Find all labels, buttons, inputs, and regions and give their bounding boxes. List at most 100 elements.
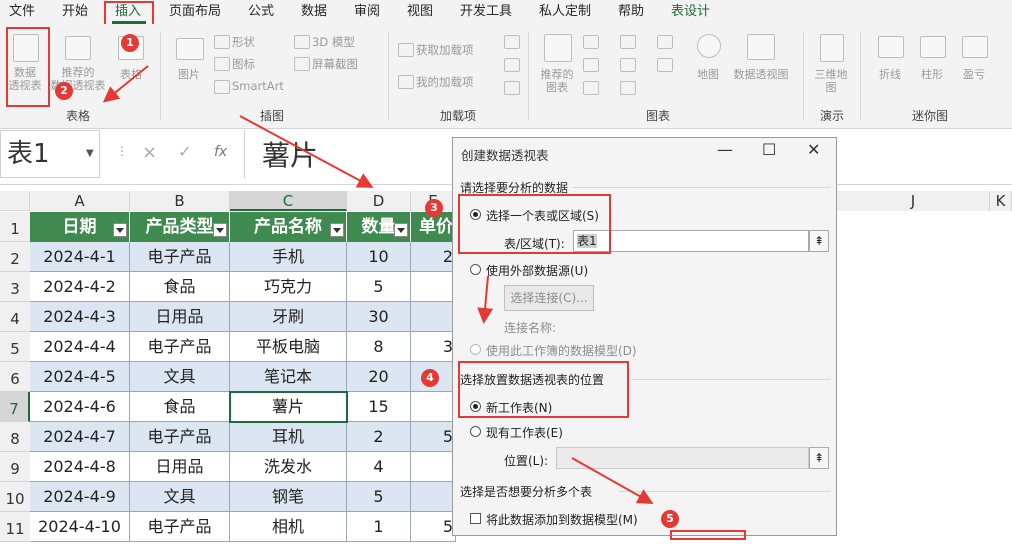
enter-icon[interactable]: ✓ — [178, 142, 191, 161]
radio-data-model-label[interactable]: 使用此工作簿的数据模型(D) — [486, 342, 637, 359]
3d-model-button[interactable]: 3D 模型 — [312, 34, 355, 50]
tab-file[interactable]: 文件 — [9, 0, 35, 24]
table-cell[interactable]: 2024-4-10 — [30, 512, 130, 542]
visio-icon[interactable] — [504, 81, 520, 95]
table-cell[interactable]: 1 — [347, 512, 411, 542]
row-header[interactable]: 7 — [0, 392, 30, 422]
name-box[interactable]: 表1 — [0, 130, 100, 178]
table-cell[interactable]: 2024-4-8 — [30, 452, 130, 482]
table-cell[interactable]: 电子产品 — [130, 332, 230, 362]
combo-chart-icon[interactable] — [657, 58, 673, 72]
name-box-dropdown-icon[interactable]: ▼ — [86, 148, 94, 159]
table-cell[interactable]: 20 — [347, 362, 411, 392]
table-cell[interactable]: 8 — [347, 332, 411, 362]
table-cell[interactable]: 洗发水 — [230, 452, 347, 482]
filter-dropdown-icon[interactable] — [213, 223, 227, 237]
column-header[interactable]: K — [990, 191, 1012, 211]
column-header[interactable]: D — [347, 191, 411, 211]
table-cell[interactable] — [411, 392, 456, 422]
screenshot-button[interactable]: 屏幕截图 — [312, 56, 358, 72]
table-cell[interactable]: 30 — [347, 302, 411, 332]
table-cell[interactable]: 电子产品 — [130, 242, 230, 272]
table-cell[interactable]: 4 — [347, 452, 411, 482]
radio-external-source[interactable] — [470, 264, 481, 275]
table-cell[interactable]: 2024-4-6 — [30, 392, 130, 422]
line-chart-icon[interactable] — [583, 58, 599, 72]
insert-function-icon[interactable]: fx — [214, 144, 227, 160]
table-cell[interactable]: 电子产品 — [130, 512, 230, 542]
table-cell[interactable]: 5 — [347, 482, 411, 512]
column-header[interactable]: A — [30, 191, 130, 211]
location-input[interactable] — [556, 447, 809, 469]
cancel-icon[interactable]: × — [142, 142, 157, 163]
radio-external-source-label[interactable]: 使用外部数据源(U) — [486, 262, 588, 279]
table-cell[interactable]: 2024-4-9 — [30, 482, 130, 512]
scatter-chart-icon[interactable] — [620, 81, 636, 95]
table-cell[interactable]: 食品 — [130, 392, 230, 422]
filter-dropdown-icon[interactable] — [113, 223, 127, 237]
table-cell[interactable] — [411, 272, 456, 302]
table-cell[interactable]: 15 — [347, 392, 411, 422]
row-header[interactable]: 8 — [0, 422, 30, 452]
row-header[interactable]: 10 — [0, 482, 30, 512]
row-header[interactable]: 3 — [0, 272, 30, 302]
my-addins-button[interactable]: 我的加载项 — [416, 74, 474, 90]
bing-icon[interactable] — [504, 58, 520, 72]
choose-connection-button[interactable]: 选择连接(C)... — [504, 285, 594, 311]
tab-page-layout[interactable]: 页面布局 — [169, 0, 221, 24]
row-header[interactable]: 6 — [0, 362, 30, 392]
table-cell[interactable]: 10 — [347, 242, 411, 272]
column-chart-icon[interactable] — [583, 35, 599, 49]
tab-developer[interactable]: 开发工具 — [460, 0, 512, 24]
radio-existing-worksheet[interactable] — [470, 426, 481, 437]
radio-existing-worksheet-label[interactable]: 现有工作表(E) — [486, 424, 563, 441]
shapes-button[interactable]: 形状 — [232, 34, 255, 50]
minimize-icon[interactable]: — — [717, 140, 733, 159]
table-cell[interactable]: 食品 — [130, 272, 230, 302]
table-cell[interactable] — [411, 452, 456, 482]
table-cell[interactable]: 2024-4-2 — [30, 272, 130, 302]
checkbox-add-data-model-label[interactable]: 将此数据添加到数据模型(M) — [486, 511, 638, 528]
table-cell[interactable] — [411, 482, 456, 512]
table-cell[interactable]: 文具 — [130, 482, 230, 512]
tab-help[interactable]: 帮助 — [618, 0, 644, 24]
table-cell[interactable]: 日用品 — [130, 452, 230, 482]
hierarchy-chart-icon[interactable] — [620, 35, 636, 49]
tab-custom[interactable]: 私人定制 — [539, 0, 591, 24]
table-header-cell[interactable]: 数量 — [347, 212, 411, 242]
table-cell[interactable]: 5 — [411, 512, 456, 542]
table-cell[interactable]: 手机 — [230, 242, 347, 272]
table-cell[interactable]: 钢笔 — [230, 482, 347, 512]
checkbox-add-data-model[interactable] — [470, 513, 481, 524]
row-header[interactable]: 1 — [0, 212, 30, 242]
column-header[interactable]: B — [130, 191, 230, 211]
pie-chart-icon[interactable] — [583, 81, 599, 95]
maximize-icon[interactable]: ☐ — [762, 140, 776, 159]
table-cell[interactable]: 巧克力 — [230, 272, 347, 302]
column-header[interactable]: C — [230, 191, 347, 211]
people-icon[interactable] — [504, 35, 520, 49]
table-cell[interactable]: 2024-4-5 — [30, 362, 130, 392]
statistic-chart-icon[interactable] — [620, 58, 636, 72]
tab-view[interactable]: 视图 — [407, 0, 433, 24]
table-cell[interactable]: 2024-4-3 — [30, 302, 130, 332]
table-cell[interactable]: 日用品 — [130, 302, 230, 332]
table-cell[interactable]: 2024-4-4 — [30, 332, 130, 362]
tab-table-design[interactable]: 表设计 — [671, 0, 710, 24]
location-collapse-button[interactable]: ⇞ — [809, 447, 829, 469]
range-collapse-button[interactable]: ⇞ — [809, 230, 829, 252]
table-cell[interactable]: 2 — [347, 422, 411, 452]
table-cell[interactable]: 5 — [347, 272, 411, 302]
tab-home[interactable]: 开始 — [62, 0, 88, 24]
table-cell[interactable]: 笔记本 — [230, 362, 347, 392]
get-addins-button[interactable]: 获取加载项 — [416, 42, 474, 58]
table-header-cell[interactable]: 日期 — [30, 212, 130, 242]
table-cell[interactable]: 电子产品 — [130, 422, 230, 452]
table-cell[interactable]: 3 — [411, 332, 456, 362]
table-cell[interactable]: 平板电脑 — [230, 332, 347, 362]
table-header-cell[interactable]: 产品类型 — [130, 212, 230, 242]
select-all-corner[interactable] — [0, 191, 30, 211]
smartart-button[interactable]: SmartArt — [232, 79, 284, 93]
column-header[interactable]: J — [837, 191, 990, 211]
close-icon[interactable]: ✕ — [807, 140, 820, 159]
